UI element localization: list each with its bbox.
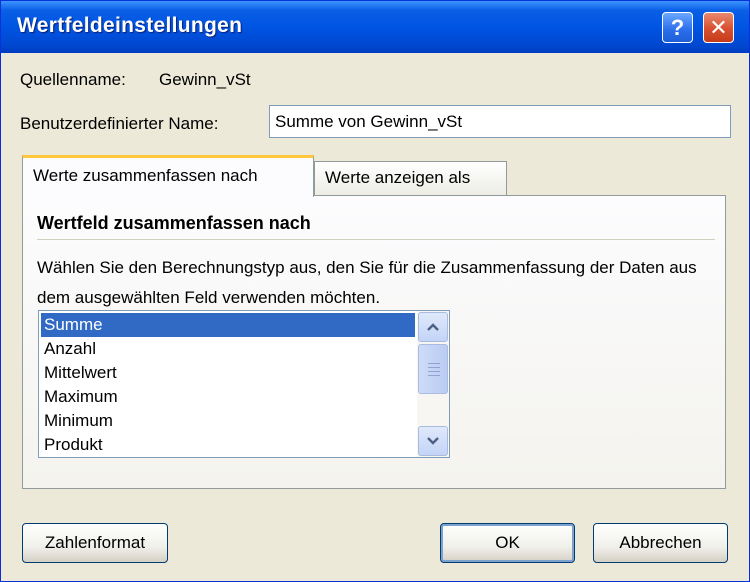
tab-show-values-as[interactable]: Werte anzeigen als: [314, 161, 507, 195]
close-icon: ✕: [709, 14, 728, 40]
scroll-down-button[interactable]: [418, 426, 448, 456]
custom-name-input[interactable]: [269, 105, 731, 138]
help-button[interactable]: ?: [662, 12, 693, 43]
source-name-value: Gewinn_vSt: [159, 70, 251, 89]
source-name-label: Quellenname:: [20, 70, 126, 89]
panel-divider: [37, 239, 715, 240]
window-title: Wertfeldeinstellungen: [17, 14, 243, 37]
list-item-produkt[interactable]: Produkt: [41, 433, 415, 457]
close-button[interactable]: ✕: [703, 12, 734, 43]
panel-title: Wertfeld zusammenfassen nach: [37, 213, 311, 233]
scroll-up-button[interactable]: [418, 312, 448, 342]
list-item-maximum[interactable]: Maximum: [41, 385, 415, 409]
custom-name-label: Benutzerdefinierter Name:: [20, 114, 219, 133]
list-item-mittelwert[interactable]: Mittelwert: [41, 361, 415, 385]
thumb-grip-line: [428, 367, 440, 368]
calculation-type-items: Summe Anzahl Mittelwert Maximum Minimum …: [41, 313, 415, 457]
thumb-grip-line: [428, 363, 440, 364]
title-bar[interactable]: Wertfeldeinstellungen ? ✕: [1, 1, 749, 53]
scroll-thumb[interactable]: [418, 344, 448, 394]
list-scrollbar[interactable]: [417, 311, 449, 457]
help-icon: ?: [670, 14, 685, 40]
list-item-anzahl[interactable]: Anzahl: [41, 337, 415, 361]
list-item-minimum[interactable]: Minimum: [41, 409, 415, 433]
list-item-summe[interactable]: Summe: [41, 313, 415, 337]
tab-summarize-values[interactable]: Werte zusammenfassen nach: [22, 155, 314, 197]
calculation-type-listbox[interactable]: Summe Anzahl Mittelwert Maximum Minimum …: [38, 310, 450, 458]
ok-button[interactable]: OK: [440, 523, 575, 563]
panel-description: Wählen Sie den Berechnungstyp aus, den S…: [37, 258, 697, 307]
thumb-grip-line: [428, 371, 440, 372]
scroll-down-icon: [427, 437, 439, 445]
scroll-up-icon: [427, 323, 439, 331]
number-format-button[interactable]: Zahlenformat: [22, 523, 168, 563]
thumb-grip-line: [428, 375, 440, 376]
cancel-button[interactable]: Abbrechen: [593, 523, 728, 563]
dialog-window: Wertfeldeinstellungen ? ✕ Quellenname: G…: [0, 0, 750, 582]
